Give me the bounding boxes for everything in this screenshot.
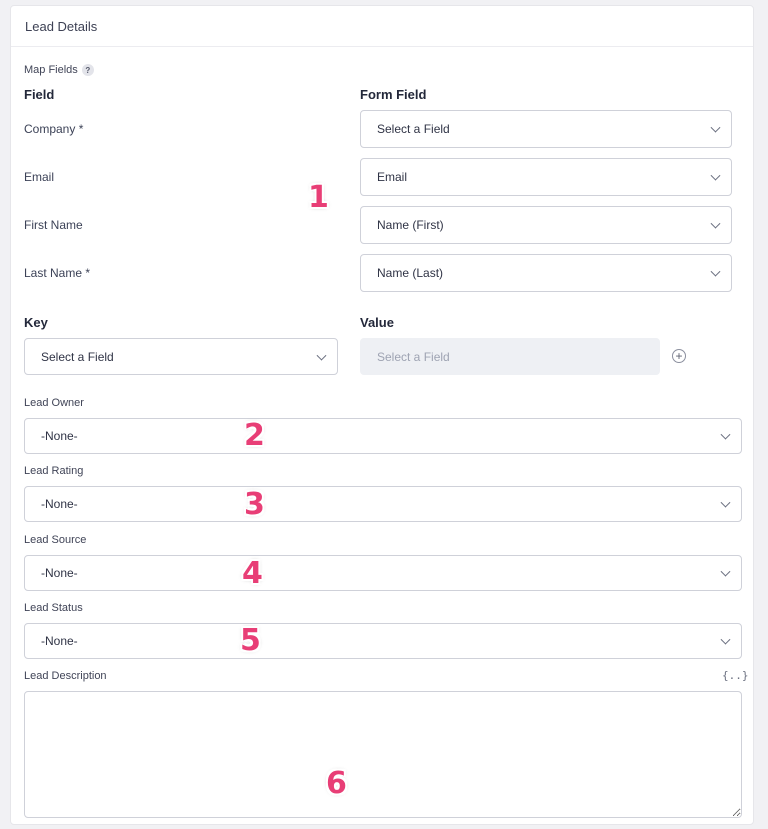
- select-value: -None-: [41, 634, 78, 648]
- last-name-field-select[interactable]: Name (Last): [360, 254, 732, 292]
- lead-source-select[interactable]: -None-: [24, 555, 742, 591]
- annotation-5: 5: [240, 623, 261, 658]
- first-name-field-select[interactable]: Name (First): [360, 206, 732, 244]
- select-value: Select a Field: [377, 122, 450, 136]
- annotation-3: 3: [244, 487, 265, 522]
- value-placeholder: Select a Field: [377, 349, 450, 364]
- annotation-4: 4: [242, 556, 263, 591]
- lead-rating-label: Lead Rating: [24, 465, 84, 477]
- chevron-down-icon: [316, 350, 327, 361]
- add-row-button[interactable]: +: [672, 349, 686, 363]
- chevron-down-icon: [710, 122, 721, 133]
- field-label-email: Email: [24, 170, 55, 184]
- field-column-header: Field: [24, 87, 55, 102]
- select-value: Name (First): [377, 218, 444, 232]
- email-field-select[interactable]: Email: [360, 158, 732, 196]
- map-fields-label: Map Fields?: [24, 64, 94, 77]
- select-value: -None-: [41, 566, 78, 580]
- chevron-down-icon: [720, 429, 731, 440]
- lead-description-textarea[interactable]: [24, 691, 742, 818]
- lead-owner-label: Lead Owner: [24, 397, 84, 409]
- chevron-down-icon: [710, 218, 721, 229]
- field-label-first-name: First Name: [24, 218, 83, 232]
- annotation-1: 1: [308, 180, 329, 215]
- lead-rating-select[interactable]: -None-: [24, 486, 742, 522]
- map-fields-text: Map Fields: [24, 64, 78, 76]
- select-value: Name (Last): [377, 266, 444, 280]
- value-label: Value: [360, 315, 394, 330]
- key-label: Key: [24, 315, 48, 330]
- chevron-down-icon: [710, 266, 721, 277]
- chevron-down-icon: [720, 497, 731, 508]
- chevron-down-icon: [710, 170, 721, 181]
- annotation-6: 6: [326, 766, 347, 801]
- select-value: Email: [377, 170, 408, 184]
- select-value: Select a Field: [41, 349, 114, 364]
- field-label-last-name: Last Name *: [24, 266, 91, 280]
- form-field-column-header: Form Field: [360, 87, 427, 102]
- chevron-down-icon: [720, 566, 731, 577]
- lead-owner-select[interactable]: -None-: [24, 418, 742, 454]
- value-input: Select a Field: [360, 338, 660, 375]
- company-field-select[interactable]: Select a Field: [360, 110, 732, 148]
- panel-title: Lead Details: [11, 6, 753, 47]
- lead-status-label: Lead Status: [24, 602, 83, 614]
- select-value: -None-: [41, 497, 78, 511]
- help-icon[interactable]: ?: [81, 64, 94, 77]
- merge-tag-icon[interactable]: {..}: [722, 669, 749, 682]
- select-value: -None-: [41, 429, 78, 443]
- chevron-down-icon: [720, 634, 731, 645]
- lead-source-label: Lead Source: [24, 534, 87, 546]
- lead-description-label: Lead Description: [24, 670, 107, 682]
- lead-status-select[interactable]: -None-: [24, 623, 742, 659]
- key-select[interactable]: Select a Field: [24, 338, 338, 375]
- annotation-2: 2: [244, 418, 265, 453]
- field-label-company: Company *: [24, 122, 84, 136]
